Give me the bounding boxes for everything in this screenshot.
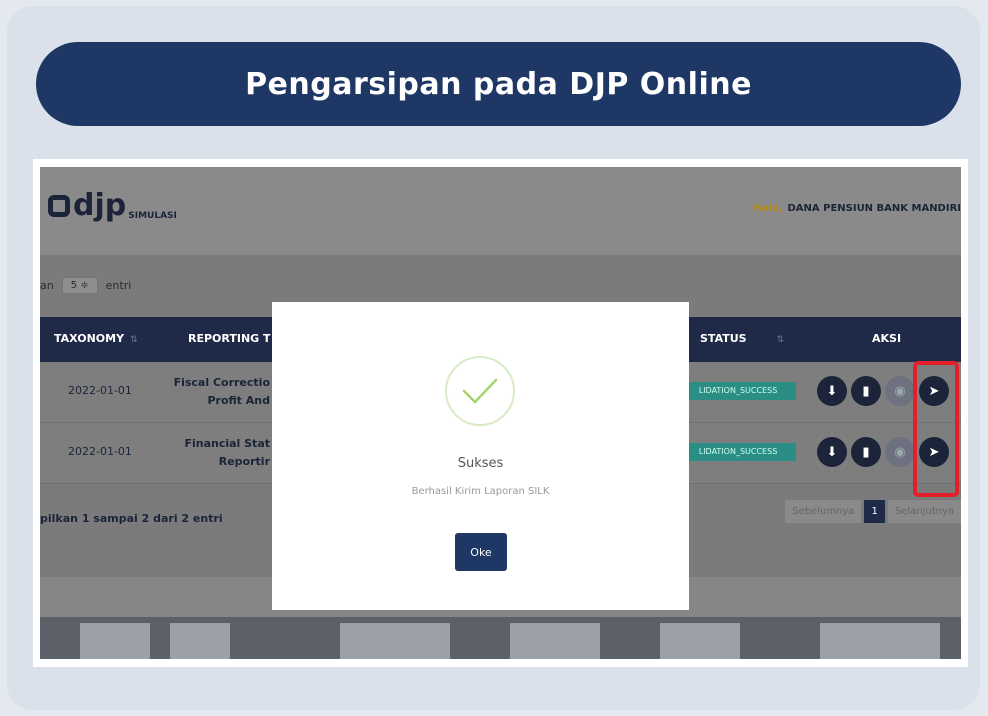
status-badge: LIDATION_SUCCESS <box>680 382 796 400</box>
sort-icon: ⇅ <box>130 335 138 345</box>
entries-suffix: entri <box>105 279 132 292</box>
eye-icon: ◉ <box>894 383 906 399</box>
sort-icon: ⇅ <box>776 335 785 345</box>
send-column-highlight <box>913 361 959 497</box>
document-button[interactable]: ▮ <box>851 437 881 467</box>
header-reporting[interactable]: REPORTING T <box>188 332 271 345</box>
logo-square-icon <box>48 195 70 217</box>
view-button[interactable]: ◉ <box>885 437 915 467</box>
status-badge: LIDATION_SUCCESS <box>680 443 796 461</box>
next-page-button[interactable]: Selanjutnya <box>887 500 961 523</box>
entries-prefix: an <box>40 279 54 292</box>
download-button[interactable]: ⬇ <box>817 376 847 406</box>
download-icon: ⬇ <box>826 444 838 460</box>
view-button[interactable]: ◉ <box>885 376 915 406</box>
entries-select[interactable]: 5 ≑ <box>61 277 98 294</box>
cell-reporting: Financial Stat Reportir <box>184 437 270 468</box>
header-status[interactable]: STATUS ⇅ <box>700 332 784 345</box>
greeting-label: Halo, <box>753 203 783 214</box>
download-icon: ⬇ <box>826 383 838 399</box>
document-icon: ▮ <box>862 444 870 460</box>
user-name: DANA PENSIUN BANK MANDIRI <box>787 203 961 214</box>
header-taxonomy[interactable]: TAXONOMY ⇅ <box>54 332 138 345</box>
success-modal: Sukses Berhasil Kirim Laporan SILK Oke <box>272 302 689 610</box>
cell-taxonomy: 2022-01-01 <box>68 445 132 458</box>
building-image <box>40 617 961 659</box>
logo-subtitle: SIMULASI <box>128 211 177 221</box>
djp-logo[interactable]: djp SIMULASI <box>48 189 177 223</box>
table-info: pilkan 1 sampai 2 dari 2 entri <box>40 512 223 525</box>
document-icon: ▮ <box>862 383 870 399</box>
user-greeting[interactable]: Halo, DANA PENSIUN BANK MANDIRI <box>753 203 961 214</box>
prev-page-button[interactable]: Sebelumnya <box>785 500 862 523</box>
app-header: djp SIMULASI Halo, DANA PENSIUN BANK MAND… <box>40 167 961 255</box>
download-button[interactable]: ⬇ <box>817 437 847 467</box>
banner-title: Pengarsipan pada DJP Online <box>36 42 961 126</box>
modal-message: Berhasil Kirim Laporan SILK <box>411 486 550 497</box>
success-check-icon <box>445 356 515 426</box>
cell-reporting: Fiscal Correctio Profit And <box>173 376 270 407</box>
page-button[interactable]: 1 <box>864 500 885 523</box>
eye-icon: ◉ <box>894 444 906 460</box>
logo-text: djp <box>73 188 127 223</box>
ok-button[interactable]: Oke <box>455 533 507 571</box>
document-button[interactable]: ▮ <box>851 376 881 406</box>
entries-control: an 5 ≑ entri <box>40 277 131 294</box>
pagination: Sebelumnya 1 Selanjutnya <box>785 500 961 523</box>
cell-taxonomy: 2022-01-01 <box>68 384 132 397</box>
modal-title: Sukses <box>457 456 504 471</box>
header-actions: AKSI <box>872 332 902 345</box>
